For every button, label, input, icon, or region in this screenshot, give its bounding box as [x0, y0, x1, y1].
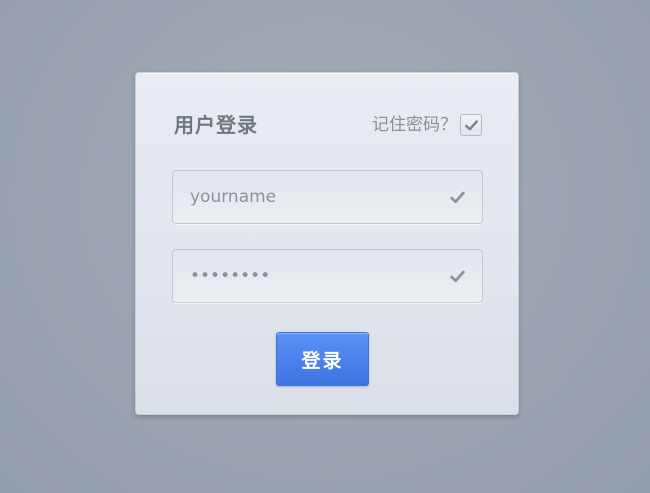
remember-password-checkbox[interactable]	[460, 114, 482, 136]
remember-password[interactable]: 记住密码？	[372, 111, 482, 139]
password-field	[172, 249, 483, 303]
check-icon	[450, 270, 465, 283]
check-icon	[450, 191, 465, 204]
check-icon	[464, 119, 478, 130]
login-title: 用户登录	[174, 113, 258, 137]
login-button[interactable]: 登录	[276, 332, 369, 386]
login-panel: 用户登录 记住密码？ 登录	[135, 72, 519, 415]
username-field	[172, 170, 483, 224]
remember-password-label[interactable]: 记住密码？	[372, 111, 457, 139]
username-input[interactable]	[173, 171, 482, 223]
password-input[interactable]	[173, 250, 482, 302]
